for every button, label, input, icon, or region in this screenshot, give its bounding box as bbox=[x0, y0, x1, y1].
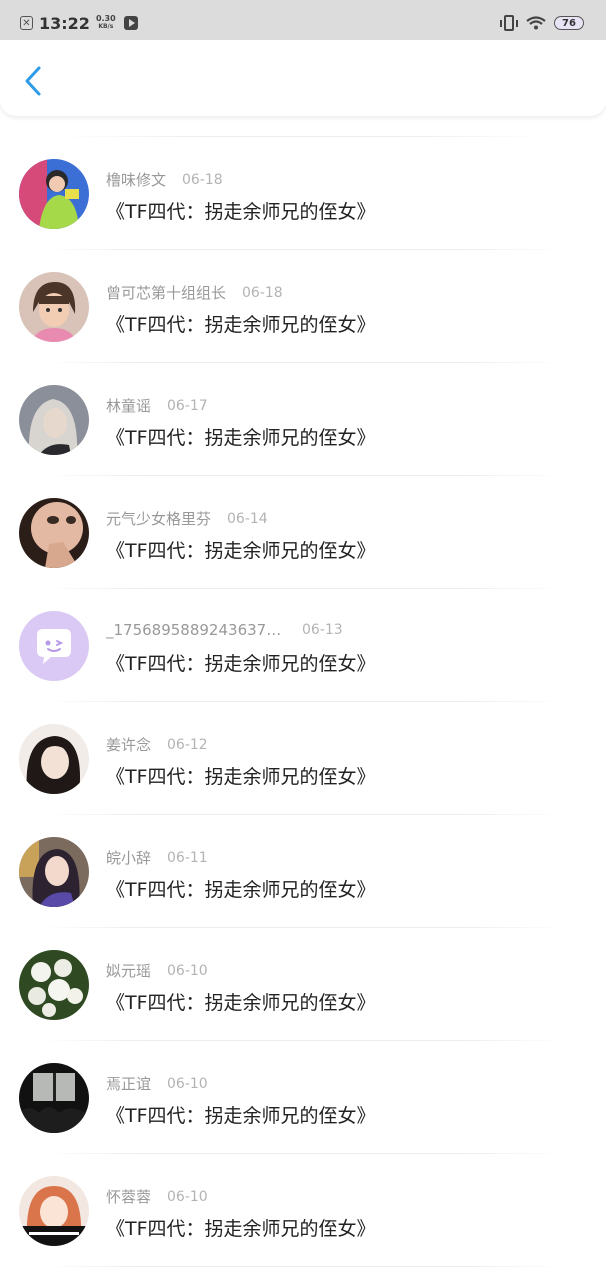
story-title[interactable]: 《TF四代：拐走余师兄的侄女》 bbox=[106, 988, 376, 1015]
chevron-left-icon bbox=[25, 66, 41, 96]
avatar[interactable] bbox=[19, 950, 89, 1020]
item-date: 06-13 bbox=[302, 622, 343, 638]
story-title[interactable]: 《TF四代：拐走余师兄的侄女》 bbox=[106, 1214, 376, 1241]
story-title[interactable]: 《TF四代：拐走余师兄的侄女》 bbox=[106, 1101, 376, 1128]
list-item[interactable]: 姒元瑶 06-10 《TF四代：拐走余师兄的侄女》 bbox=[0, 928, 606, 1041]
divider bbox=[40, 1266, 566, 1267]
wifi-icon bbox=[526, 16, 546, 30]
item-date: 06-17 bbox=[167, 397, 208, 414]
author-name[interactable]: 皖小辞 bbox=[106, 847, 151, 868]
network-speed: 0.30 KB/s bbox=[95, 14, 116, 31]
list-item[interactable]: 皖小辞 06-11 《TF四代：拐走余师兄的侄女》 bbox=[0, 815, 606, 928]
chat-bubble-icon bbox=[19, 611, 89, 681]
story-title[interactable]: 《TF四代：拐走余师兄的侄女》 bbox=[106, 875, 376, 902]
author-name[interactable]: 姜许念 bbox=[106, 734, 151, 755]
story-title[interactable]: 《TF四代：拐走余师兄的侄女》 bbox=[106, 536, 376, 563]
avatar[interactable] bbox=[19, 611, 89, 681]
author-name[interactable]: 姒元瑶 bbox=[106, 960, 151, 981]
avatar[interactable] bbox=[19, 724, 89, 794]
story-title[interactable]: 《TF四代：拐走余师兄的侄女》 bbox=[106, 310, 376, 337]
back-button[interactable] bbox=[18, 64, 48, 98]
list-item[interactable]: 元气少女格里芬 06-14 《TF四代：拐走余师兄的侄女》 bbox=[0, 476, 606, 589]
author-name[interactable]: 焉正谊 bbox=[106, 1073, 151, 1094]
avatar[interactable] bbox=[19, 1063, 89, 1133]
story-title[interactable]: 《TF四代：拐走余师兄的侄女》 bbox=[106, 197, 376, 224]
author-name[interactable]: 橹味修文 bbox=[106, 169, 166, 190]
avatar[interactable] bbox=[19, 272, 89, 342]
item-date: 06-18 bbox=[242, 284, 283, 301]
item-date: 06-12 bbox=[167, 736, 208, 753]
story-title[interactable]: 《TF四代：拐走余师兄的侄女》 bbox=[106, 649, 376, 676]
item-date: 06-14 bbox=[227, 510, 268, 527]
battery-indicator: 76 bbox=[554, 16, 584, 30]
list-item[interactable]: 怀蓉蓉 06-10 《TF四代：拐走余师兄的侄女》 bbox=[0, 1154, 606, 1267]
author-name[interactable]: 林童谣 bbox=[106, 395, 151, 416]
story-title[interactable]: 《TF四代：拐走余师兄的侄女》 bbox=[106, 762, 376, 789]
story-title[interactable]: 《TF四代：拐走余师兄的侄女》 bbox=[106, 423, 376, 450]
author-name[interactable]: 元气少女格里芬 bbox=[106, 508, 211, 529]
item-date: 06-10 bbox=[167, 1075, 208, 1092]
item-date: 06-10 bbox=[167, 1188, 208, 1205]
vibrate-icon bbox=[500, 15, 518, 31]
notification-x-icon: ✕ bbox=[20, 16, 33, 30]
list-item[interactable]: _17568958892436370... 06-13 《TF四代：拐走余师兄的… bbox=[0, 589, 606, 702]
nav-bar bbox=[0, 40, 606, 116]
item-date: 06-11 bbox=[167, 849, 208, 866]
status-time: 13:22 bbox=[39, 13, 90, 33]
list-item[interactable]: 林童谣 06-17 《TF四代：拐走余师兄的侄女》 bbox=[0, 363, 606, 476]
avatar[interactable] bbox=[19, 1176, 89, 1246]
item-date: 06-10 bbox=[167, 962, 208, 979]
media-play-icon bbox=[123, 16, 138, 30]
item-date: 06-18 bbox=[182, 171, 223, 188]
author-name[interactable]: _17568958892436370... bbox=[106, 621, 286, 639]
avatar[interactable] bbox=[19, 498, 89, 568]
list-item[interactable]: 姜许念 06-12 《TF四代：拐走余师兄的侄女》 bbox=[0, 702, 606, 815]
avatar[interactable] bbox=[19, 837, 89, 907]
list-item[interactable]: 曾可芯第十组组长 06-18 《TF四代：拐走余师兄的侄女》 bbox=[0, 250, 606, 363]
author-name[interactable]: 曾可芯第十组组长 bbox=[106, 282, 226, 303]
avatar[interactable] bbox=[19, 385, 89, 455]
list-item[interactable]: 焉正谊 06-10 《TF四代：拐走余师兄的侄女》 bbox=[0, 1041, 606, 1154]
author-name[interactable]: 怀蓉蓉 bbox=[106, 1186, 151, 1207]
favorites-list: 橹味修文 06-18 《TF四代：拐走余师兄的侄女》 曾可芯第十组组长 06-1… bbox=[0, 136, 606, 1267]
avatar[interactable] bbox=[19, 159, 89, 229]
list-item[interactable]: 橹味修文 06-18 《TF四代：拐走余师兄的侄女》 bbox=[0, 137, 606, 250]
